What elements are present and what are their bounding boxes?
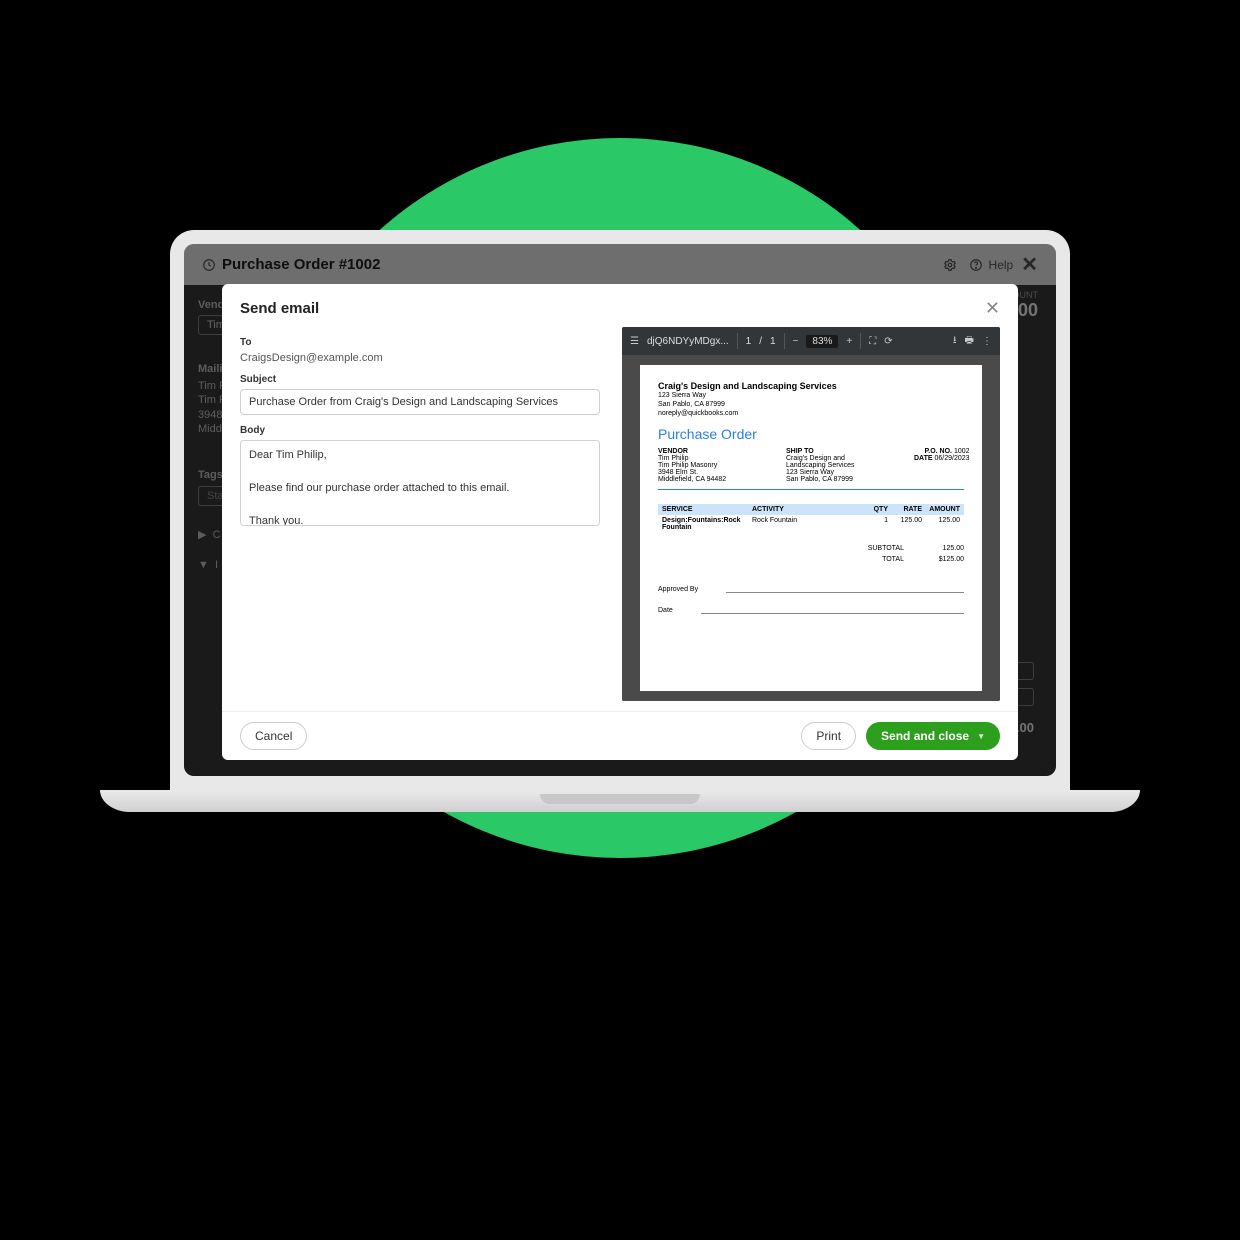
print-icon[interactable]: 🖶: [965, 333, 974, 350]
zoom-in-icon[interactable]: +: [846, 336, 852, 347]
po-shipto-heading: SHIP TO: [786, 448, 896, 455]
po-number-label: P.O. NO.: [925, 448, 953, 455]
po-number-value: 1002: [954, 448, 970, 455]
po-doc-title: Purchase Order: [658, 426, 964, 442]
subject-label: Subject: [240, 374, 600, 385]
po-date-value: 06/29/2023: [935, 455, 970, 462]
subject-input[interactable]: [240, 389, 600, 415]
chevron-down-icon: ▼: [977, 732, 985, 741]
modal-title: Send email: [240, 300, 319, 317]
modal-footer: Cancel Print Send and close▼: [222, 711, 1018, 760]
more-icon[interactable]: ⋮: [982, 336, 992, 347]
print-button[interactable]: Print: [801, 722, 856, 750]
po-company: Craig's Design and Landscaping Services: [658, 381, 964, 391]
menu-icon[interactable]: ☰: [630, 336, 639, 347]
body-label: Body: [240, 425, 600, 436]
po-items-header: SERVICE ACTIVITY QTY RATE AMOUNT: [658, 504, 964, 515]
pdf-preview: ☰ djQ6NDYyMDgx... 1 / 1 − 83% + ⛶: [622, 327, 1000, 701]
pdf-page-total: 1: [770, 336, 776, 347]
send-email-modal: Send email ✕ To CraigsDesign@example.com…: [222, 284, 1018, 760]
modal-close-icon[interactable]: ✕: [985, 298, 1000, 319]
download-icon[interactable]: ⭳: [953, 333, 957, 350]
po-vendor-heading: VENDOR: [658, 448, 768, 455]
po-vendor-address: Tim Philip Tim Philip Masonry 3948 Elm S…: [658, 455, 768, 483]
email-form: To CraigsDesign@example.com Subject Body: [240, 327, 600, 701]
body-textarea[interactable]: [240, 440, 600, 526]
pdf-page-current: 1: [746, 336, 752, 347]
po-approved-label: Approved By: [658, 586, 698, 593]
rotate-icon[interactable]: ⟳: [884, 336, 892, 347]
zoom-out-icon[interactable]: −: [793, 336, 799, 347]
po-shipto-address: Craig's Design and Landscaping Services …: [786, 455, 896, 483]
po-date-sig-label: Date: [658, 607, 673, 614]
po-date-label: DATE: [914, 455, 933, 462]
po-item-row: Design:Fountains:Rock Fountain Rock Foun…: [658, 515, 964, 533]
to-value[interactable]: CraigsDesign@example.com: [240, 352, 600, 364]
send-and-close-button[interactable]: Send and close▼: [866, 722, 1000, 750]
po-totals: SUBTOTAL125.00 TOTAL$125.00: [658, 543, 964, 565]
pdf-toolbar: ☰ djQ6NDYyMDgx... 1 / 1 − 83% + ⛶: [622, 327, 1000, 355]
fit-page-icon[interactable]: ⛶: [869, 336, 876, 347]
po-company-address: 123 Sierra Way San Pablo, CA 87999 norep…: [658, 391, 964, 418]
to-label: To: [240, 337, 600, 348]
pdf-filename: djQ6NDYyMDgx...: [647, 336, 729, 347]
laptop-frame: Purchase Order #1002 Help ✕ AMOUNT .00 V…: [100, 230, 1140, 800]
app-window: Purchase Order #1002 Help ✕ AMOUNT .00 V…: [184, 244, 1056, 776]
po-document: Craig's Design and Landscaping Services …: [640, 365, 982, 691]
zoom-level[interactable]: 83%: [806, 335, 838, 348]
cancel-button[interactable]: Cancel: [240, 722, 307, 750]
